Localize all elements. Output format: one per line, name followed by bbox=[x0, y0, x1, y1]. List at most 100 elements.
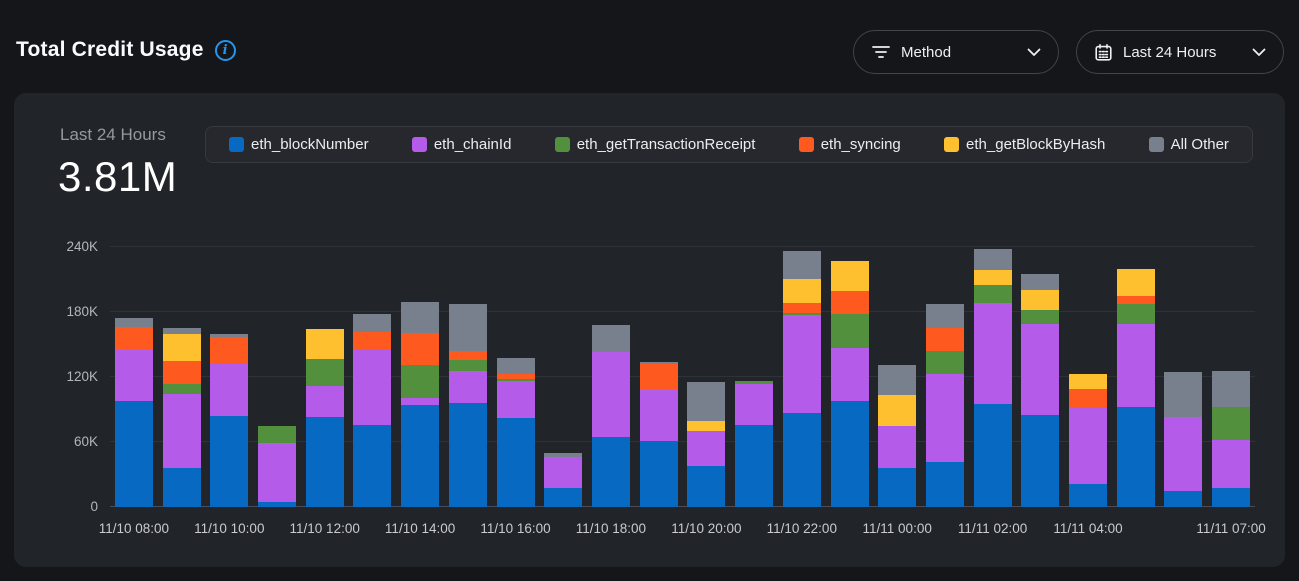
bar-segment-all-other[interactable] bbox=[353, 314, 391, 331]
bar-segment-eth-gettransactionreceipt[interactable] bbox=[449, 360, 487, 371]
bar-11-11-07-00[interactable] bbox=[1212, 371, 1250, 507]
bar-segment-eth-chainid[interactable] bbox=[401, 398, 439, 406]
info-icon[interactable]: i bbox=[215, 40, 236, 61]
bar-segment-eth-getblockbyhash[interactable] bbox=[1021, 290, 1059, 310]
bar-segment-eth-chainid[interactable] bbox=[831, 348, 869, 401]
bar-segment-all-other[interactable] bbox=[449, 304, 487, 351]
bar-segment-eth-syncing[interactable] bbox=[926, 328, 964, 351]
bar-segment-eth-chainid[interactable] bbox=[1069, 408, 1107, 484]
bar-segment-eth-chainid[interactable] bbox=[449, 371, 487, 404]
bar-segment-eth-blocknumber[interactable] bbox=[210, 416, 248, 507]
bar-segment-eth-chainid[interactable] bbox=[353, 350, 391, 425]
bar-segment-eth-blocknumber[interactable] bbox=[1069, 484, 1107, 507]
bar-11-10-08-00[interactable] bbox=[115, 318, 153, 507]
bar-segment-eth-blocknumber[interactable] bbox=[1164, 491, 1202, 507]
legend-item-all-other[interactable]: All Other bbox=[1149, 136, 1229, 153]
bar-segment-eth-blocknumber[interactable] bbox=[1117, 407, 1155, 507]
bar-11-10-12-00[interactable] bbox=[306, 329, 344, 507]
bar-segment-eth-getblockbyhash[interactable] bbox=[306, 329, 344, 358]
bar-segment-eth-syncing[interactable] bbox=[210, 337, 248, 364]
bar-segment-eth-chainid[interactable] bbox=[306, 386, 344, 417]
bar-segment-eth-blocknumber[interactable] bbox=[735, 425, 773, 507]
bar-segment-all-other[interactable] bbox=[115, 318, 153, 327]
bar-segment-eth-blocknumber[interactable] bbox=[401, 405, 439, 507]
bar-segment-eth-syncing[interactable] bbox=[163, 361, 201, 384]
bar-segment-eth-blocknumber[interactable] bbox=[353, 425, 391, 507]
bar-11-11-00-00[interactable] bbox=[878, 365, 916, 507]
bar-11-10-23-00[interactable] bbox=[831, 261, 869, 507]
bar-11-11-05-00[interactable] bbox=[1117, 269, 1155, 507]
bar-segment-eth-gettransactionreceipt[interactable] bbox=[1117, 304, 1155, 324]
bar-segment-eth-gettransactionreceipt[interactable] bbox=[926, 351, 964, 374]
bar-segment-all-other[interactable] bbox=[592, 325, 630, 352]
bar-11-10-13-00[interactable] bbox=[353, 314, 391, 507]
method-filter-dropdown[interactable]: Method bbox=[853, 30, 1059, 74]
bar-segment-eth-gettransactionreceipt[interactable] bbox=[258, 426, 296, 443]
bar-segment-eth-blocknumber[interactable] bbox=[163, 468, 201, 507]
bar-segment-all-other[interactable] bbox=[687, 382, 725, 421]
bar-segment-eth-chainid[interactable] bbox=[878, 426, 916, 468]
bar-segment-eth-getblockbyhash[interactable] bbox=[783, 279, 821, 303]
bar-segment-eth-blocknumber[interactable] bbox=[592, 437, 630, 507]
bar-segment-all-other[interactable] bbox=[974, 249, 1012, 270]
bar-segment-eth-gettransactionreceipt[interactable] bbox=[1021, 310, 1059, 324]
bar-segment-eth-blocknumber[interactable] bbox=[258, 502, 296, 507]
bar-segment-eth-chainid[interactable] bbox=[640, 389, 678, 441]
bar-11-10-10-00[interactable] bbox=[210, 334, 248, 507]
bar-segment-eth-chainid[interactable] bbox=[163, 394, 201, 468]
bar-11-10-16-00[interactable] bbox=[497, 358, 535, 507]
bar-segment-eth-getblockbyhash[interactable] bbox=[878, 395, 916, 425]
bar-segment-eth-blocknumber[interactable] bbox=[306, 417, 344, 507]
bar-segment-eth-chainid[interactable] bbox=[1212, 440, 1250, 488]
bar-segment-all-other[interactable] bbox=[926, 304, 964, 328]
bar-segment-eth-blocknumber[interactable] bbox=[497, 418, 535, 507]
bar-segment-eth-gettransactionreceipt[interactable] bbox=[974, 285, 1012, 303]
bar-11-10-21-00[interactable] bbox=[735, 381, 773, 507]
bar-segment-eth-blocknumber[interactable] bbox=[1021, 415, 1059, 507]
bar-segment-eth-gettransactionreceipt[interactable] bbox=[1212, 407, 1250, 440]
bar-segment-eth-chainid[interactable] bbox=[115, 349, 153, 401]
bar-segment-eth-chainid[interactable] bbox=[926, 374, 964, 462]
bar-segment-all-other[interactable] bbox=[878, 365, 916, 395]
bar-segment-eth-chainid[interactable] bbox=[974, 303, 1012, 404]
bar-segment-eth-blocknumber[interactable] bbox=[831, 401, 869, 507]
bar-segment-eth-syncing[interactable] bbox=[401, 333, 439, 366]
bar-segment-all-other[interactable] bbox=[1164, 372, 1202, 418]
legend-item-eth-syncing[interactable]: eth_syncing bbox=[799, 136, 901, 153]
bar-segment-eth-syncing[interactable] bbox=[449, 351, 487, 360]
bar-11-10-14-00[interactable] bbox=[401, 302, 439, 507]
bar-11-11-04-00[interactable] bbox=[1069, 374, 1107, 507]
bar-segment-eth-chainid[interactable] bbox=[1117, 324, 1155, 407]
bar-segment-all-other[interactable] bbox=[1021, 274, 1059, 290]
bar-segment-eth-syncing[interactable] bbox=[353, 332, 391, 350]
bar-segment-eth-syncing[interactable] bbox=[1117, 296, 1155, 305]
bar-11-10-22-00[interactable] bbox=[783, 251, 821, 507]
bar-segment-eth-chainid[interactable] bbox=[544, 457, 582, 487]
bar-segment-eth-getblockbyhash[interactable] bbox=[974, 270, 1012, 285]
bar-segment-eth-blocknumber[interactable] bbox=[449, 403, 487, 507]
bar-segment-eth-chainid[interactable] bbox=[1021, 324, 1059, 415]
bar-segment-eth-syncing[interactable] bbox=[783, 303, 821, 313]
bar-11-10-20-00[interactable] bbox=[687, 382, 725, 507]
bar-segment-eth-getblockbyhash[interactable] bbox=[687, 421, 725, 431]
legend-item-eth-gettransactionreceipt[interactable]: eth_getTransactionReceipt bbox=[555, 136, 756, 153]
bar-segment-all-other[interactable] bbox=[783, 251, 821, 279]
bar-segment-eth-blocknumber[interactable] bbox=[1212, 488, 1250, 508]
bar-segment-eth-getblockbyhash[interactable] bbox=[1069, 374, 1107, 389]
bar-11-10-17-00[interactable] bbox=[544, 453, 582, 507]
bar-segment-eth-syncing[interactable] bbox=[1069, 389, 1107, 409]
legend-item-eth-getblockbyhash[interactable]: eth_getBlockByHash bbox=[944, 136, 1105, 153]
bar-segment-eth-syncing[interactable] bbox=[115, 327, 153, 349]
bar-segment-eth-chainid[interactable] bbox=[735, 384, 773, 425]
bar-segment-eth-chainid[interactable] bbox=[592, 352, 630, 437]
bar-11-10-19-00[interactable] bbox=[640, 362, 678, 507]
bar-segment-eth-syncing[interactable] bbox=[831, 291, 869, 314]
bar-segment-eth-chainid[interactable] bbox=[687, 431, 725, 466]
legend-item-eth-chainid[interactable]: eth_chainId bbox=[412, 136, 512, 153]
bar-segment-eth-blocknumber[interactable] bbox=[783, 413, 821, 507]
bar-11-11-02-00[interactable] bbox=[974, 249, 1012, 507]
bar-segment-eth-getblockbyhash[interactable] bbox=[831, 261, 869, 291]
bar-segment-eth-chainid[interactable] bbox=[497, 381, 535, 418]
bar-segment-eth-blocknumber[interactable] bbox=[878, 468, 916, 507]
time-range-dropdown[interactable]: Last 24 Hours bbox=[1076, 30, 1284, 74]
